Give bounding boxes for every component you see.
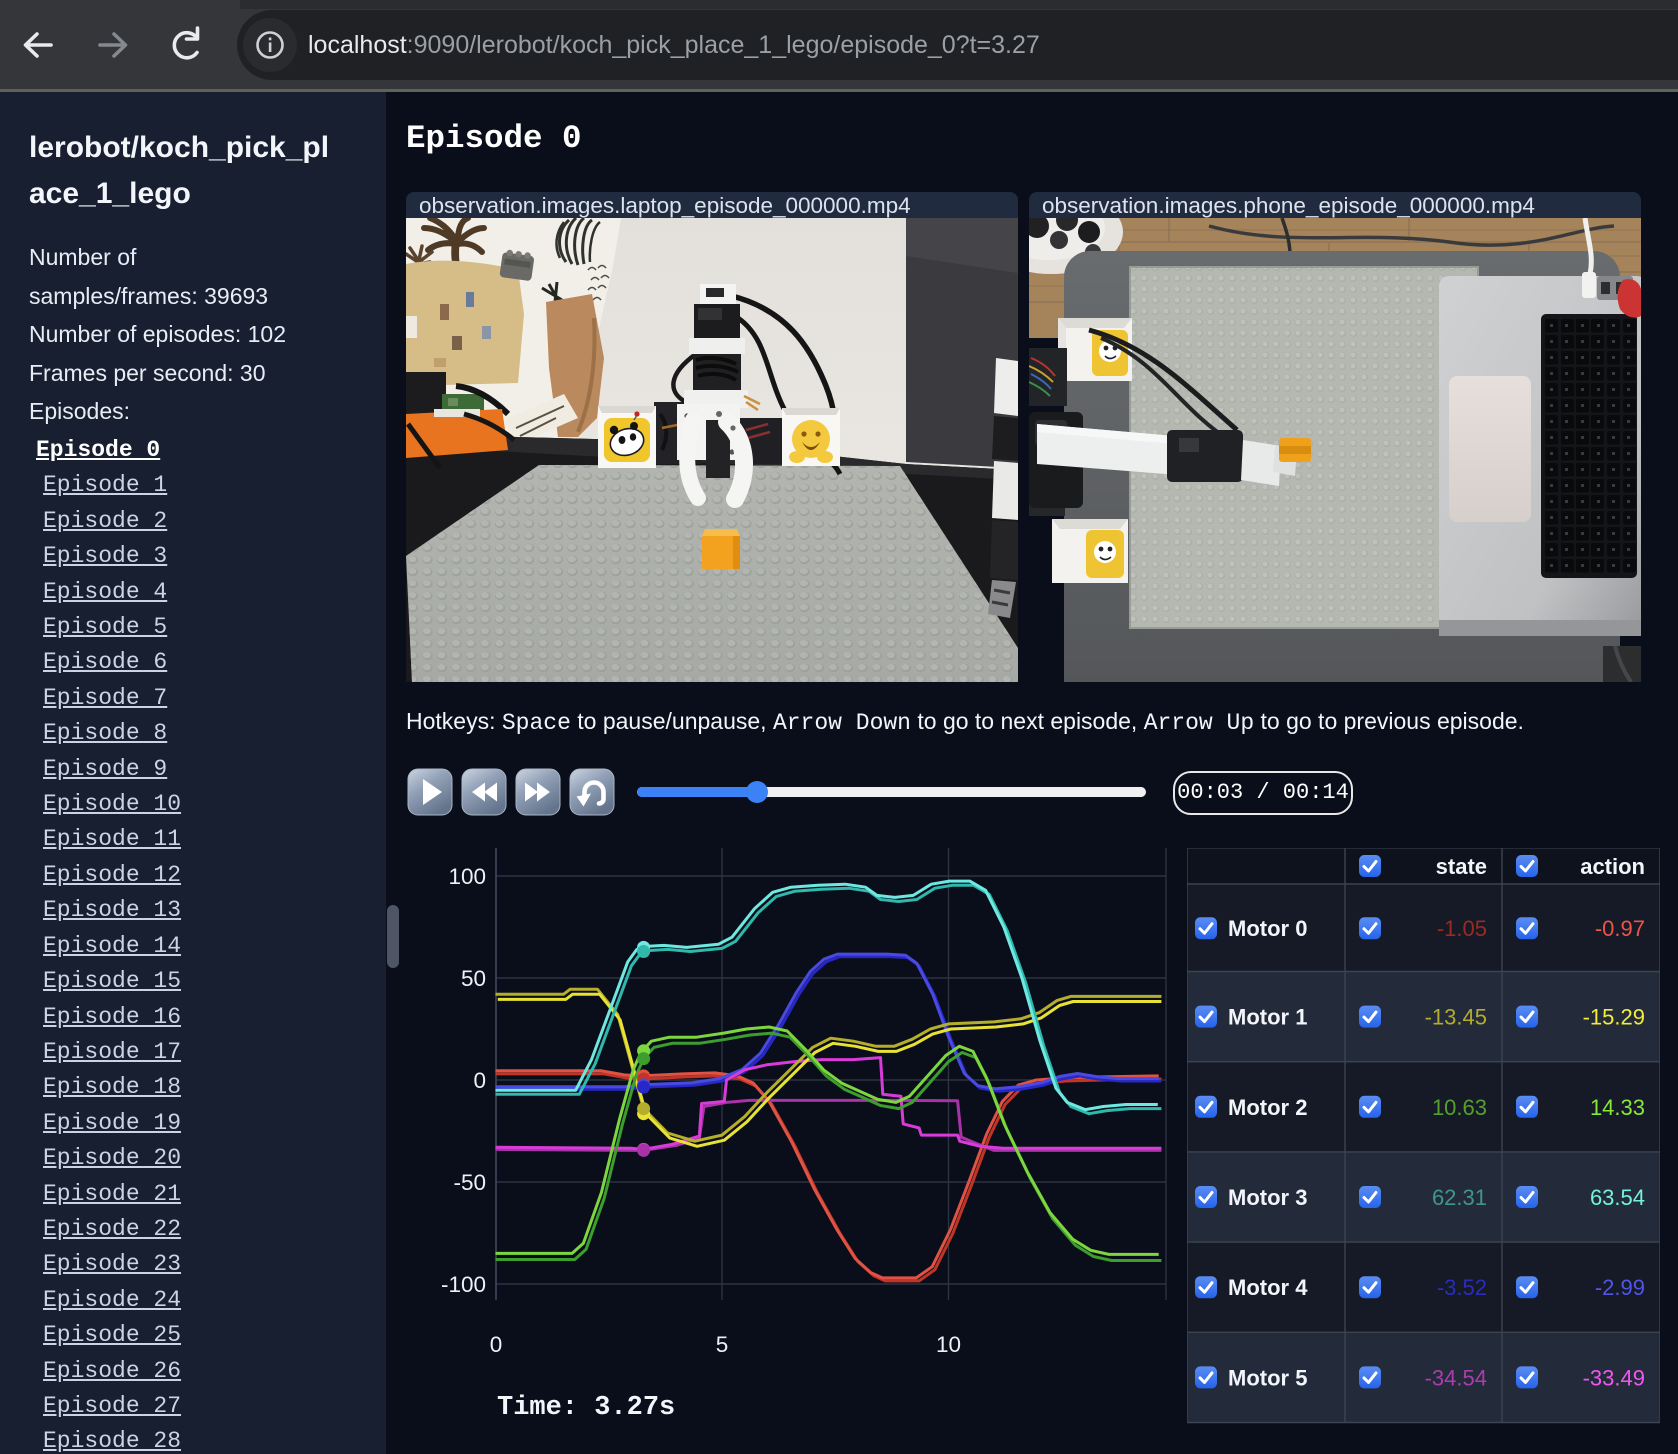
svg-text:-1.05: -1.05 [1437,916,1487,941]
svg-text:-2.99: -2.99 [1595,1275,1645,1300]
svg-text:0: 0 [473,1068,486,1093]
svg-text:-100: -100 [441,1272,486,1297]
svg-text:state: state [1436,854,1487,879]
svg-text:10: 10 [936,1332,961,1357]
svg-text:-34.54: -34.54 [1425,1365,1487,1390]
svg-text:-0.97: -0.97 [1595,916,1645,941]
svg-text:63.54: 63.54 [1590,1185,1645,1210]
svg-text:50: 50 [461,966,486,991]
svg-text:Motor 2: Motor 2 [1228,1095,1307,1120]
svg-text:5: 5 [716,1332,729,1357]
svg-text:-15.29: -15.29 [1583,1005,1645,1030]
svg-text:10.63: 10.63 [1432,1095,1487,1120]
svg-text:100: 100 [448,864,486,889]
svg-text:Motor 1: Motor 1 [1228,1005,1307,1030]
svg-text:Motor 0: Motor 0 [1228,916,1307,941]
svg-text:-50: -50 [453,1170,486,1195]
svg-text:-13.45: -13.45 [1425,1005,1487,1030]
svg-text:Time: 3.27s: Time: 3.27s [497,1393,675,1423]
svg-text:0: 0 [490,1332,503,1357]
svg-text:62.31: 62.31 [1432,1185,1487,1210]
svg-text:Motor 3: Motor 3 [1228,1185,1307,1210]
svg-text:-33.49: -33.49 [1583,1365,1645,1390]
svg-text:action: action [1580,854,1645,879]
svg-text:Motor 4: Motor 4 [1228,1275,1308,1300]
svg-text:14.33: 14.33 [1590,1095,1645,1120]
svg-text:Motor 5: Motor 5 [1228,1365,1307,1390]
svg-text:-3.52: -3.52 [1437,1275,1487,1300]
